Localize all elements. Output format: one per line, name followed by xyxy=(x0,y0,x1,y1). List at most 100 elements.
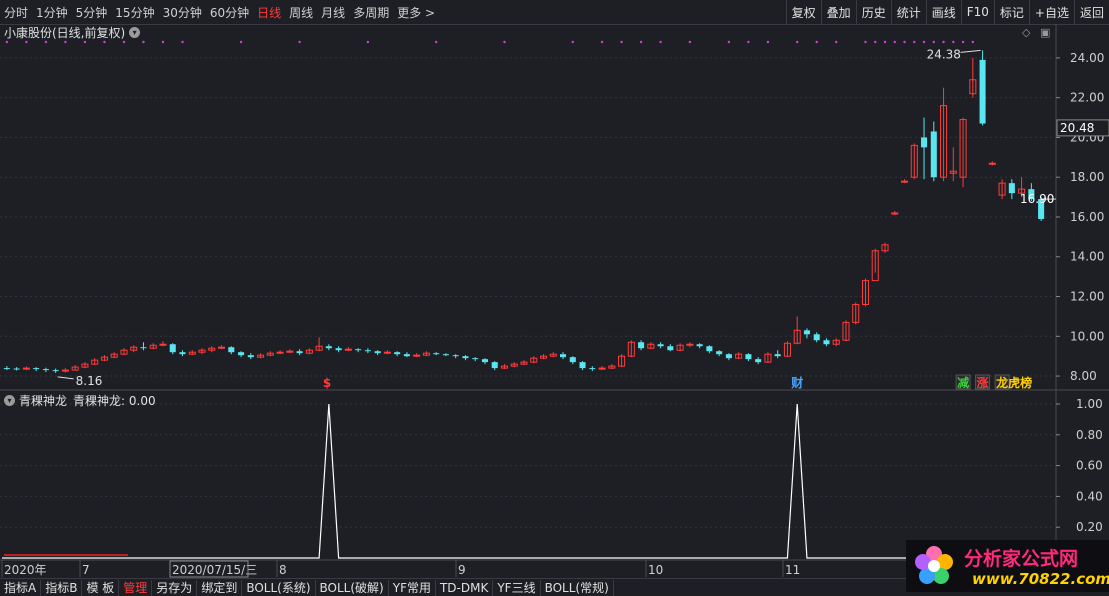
logo-line1: 分析家公式网 xyxy=(964,548,1079,570)
candle-body-down xyxy=(33,368,40,370)
candle-body-down xyxy=(696,344,703,347)
indicator-tab-3[interactable]: 管理 xyxy=(119,579,153,596)
candle-body-down xyxy=(657,344,664,347)
purple-dot-marker xyxy=(44,40,48,44)
indicator-tab-10[interactable]: YF三线 xyxy=(493,579,541,596)
candle-body-down xyxy=(140,347,147,349)
purple-dot-marker xyxy=(893,40,896,44)
price-tick-label: 12.00 xyxy=(1070,290,1104,304)
indicator-title[interactable]: ▾ 青稞神龙 青稞神龙: 0.00 xyxy=(4,392,156,409)
price-tick-label: 10.00 xyxy=(1070,329,1104,343)
purple-dot-marker xyxy=(298,40,301,44)
purple-dot-marker xyxy=(142,40,145,44)
candle-body-down xyxy=(462,356,469,359)
indicator-tab-1[interactable]: 指标B xyxy=(41,579,83,596)
purple-dot-marker xyxy=(620,40,623,44)
candle-body-down xyxy=(803,330,810,335)
purple-dot-marker xyxy=(815,40,818,44)
purple-dot-marker xyxy=(932,40,935,44)
purple-dot-marker xyxy=(922,40,926,44)
candle-body-up xyxy=(686,343,694,346)
purple-dot-marker xyxy=(874,40,877,44)
candle-body-down xyxy=(481,359,488,363)
chart-canvas[interactable]: 24.0022.0020.0018.0016.0014.0012.0010.00… xyxy=(0,0,1109,578)
candle-body-down xyxy=(725,354,732,359)
candle-body-down xyxy=(930,131,937,178)
purple-dot-marker xyxy=(659,40,662,44)
candle-body-down xyxy=(433,353,440,355)
candle-body-up xyxy=(383,351,391,354)
date-tick-label: 2020/07/15/三 xyxy=(172,563,257,577)
event-marker-4: 龙虎榜 xyxy=(996,375,1032,390)
purple-dot-marker xyxy=(864,40,867,44)
candle-body-down xyxy=(364,350,371,352)
candle-body-down xyxy=(667,346,674,351)
purple-dot-marker xyxy=(434,40,438,44)
min-price-pointer xyxy=(57,376,74,380)
candle-body-down xyxy=(560,354,567,358)
indicator-tab-4[interactable]: 另存为 xyxy=(152,579,198,596)
candle-body-up xyxy=(218,346,226,349)
candle-body-down xyxy=(169,344,176,353)
indicator-tab-9[interactable]: TD-DMK xyxy=(436,579,494,596)
candle-body-up xyxy=(900,180,909,183)
purple-dot-marker xyxy=(25,40,28,44)
indicator-tab-5[interactable]: 绑定到 xyxy=(197,579,243,596)
purple-dot-marker xyxy=(688,40,692,44)
indicator-line xyxy=(2,403,1056,559)
current-price-label: 20.48 xyxy=(1060,121,1094,135)
price-tick-label: 22.00 xyxy=(1070,91,1104,105)
candle-body-down xyxy=(374,351,381,354)
candle-body-down xyxy=(774,354,781,357)
purple-dot-marker xyxy=(83,40,87,44)
candle-body-down xyxy=(42,369,49,371)
indicator-tab-7[interactable]: BOLL(破解) xyxy=(316,579,389,596)
candle-body-down xyxy=(442,354,449,356)
indicator-value: 青稞神龙: 0.00 xyxy=(73,394,156,408)
date-tick-label: 9 xyxy=(458,563,466,577)
purple-dot-marker xyxy=(942,40,945,44)
price-tick-label: 14.00 xyxy=(1070,250,1104,264)
max-price-pointer xyxy=(960,49,981,53)
candle-body-up xyxy=(159,343,167,346)
chevron-down-icon[interactable]: ▾ xyxy=(4,395,15,406)
price-tick-label: 8.00 xyxy=(1070,369,1097,383)
indicator-tab-2[interactable]: 模 板 xyxy=(82,579,120,596)
event-marker-3: 涨 xyxy=(977,375,989,390)
candle-body-up xyxy=(344,348,352,351)
candle-body-down xyxy=(1008,183,1015,194)
indicator-tick-label: 0.40 xyxy=(1076,489,1103,503)
price-tick-label: 16.00 xyxy=(1070,210,1104,224)
logo-line2: www.70822.com xyxy=(972,570,1109,588)
candle-body-up xyxy=(598,367,606,370)
candle-body-down xyxy=(3,368,10,370)
date-tick-label: 7 xyxy=(82,563,90,577)
purple-dot-marker xyxy=(571,40,574,44)
candle-body-up xyxy=(891,212,899,215)
site-logo: 分析家公式网 www.70822.com xyxy=(906,540,1109,592)
min-price-label: 8.16 xyxy=(76,374,103,388)
purple-dot-marker xyxy=(239,40,243,44)
purple-dot-marker xyxy=(903,40,906,44)
candle-body-down xyxy=(979,59,986,124)
price-tick-label: 24.00 xyxy=(1070,51,1104,65)
indicator-tab-11[interactable]: BOLL(常规) xyxy=(541,579,614,596)
candle-body-down xyxy=(403,354,410,357)
indicator-name: 青稞神龙 xyxy=(19,394,68,408)
candle-body-up xyxy=(22,367,30,370)
purple-dot-marker xyxy=(766,40,770,44)
purple-dot-marker xyxy=(103,40,106,44)
candle-body-down xyxy=(823,340,830,345)
candle-body-down xyxy=(745,354,752,360)
indicator-tab-8[interactable]: YF常用 xyxy=(389,579,436,596)
candle-body-down xyxy=(325,346,332,349)
candle-body-down xyxy=(228,347,235,353)
indicator-tick-label: 1.00 xyxy=(1076,397,1103,411)
indicator-tab-0[interactable]: 指标A xyxy=(0,579,42,596)
candle-body-down xyxy=(569,357,576,363)
indicator-tab-6[interactable]: BOLL(系统) xyxy=(242,579,316,596)
candle-body-down xyxy=(452,355,459,357)
max-price-label: 24.38 xyxy=(927,47,961,61)
indicator-tick-label: 0.80 xyxy=(1076,428,1103,442)
candle-body-up xyxy=(413,354,421,357)
